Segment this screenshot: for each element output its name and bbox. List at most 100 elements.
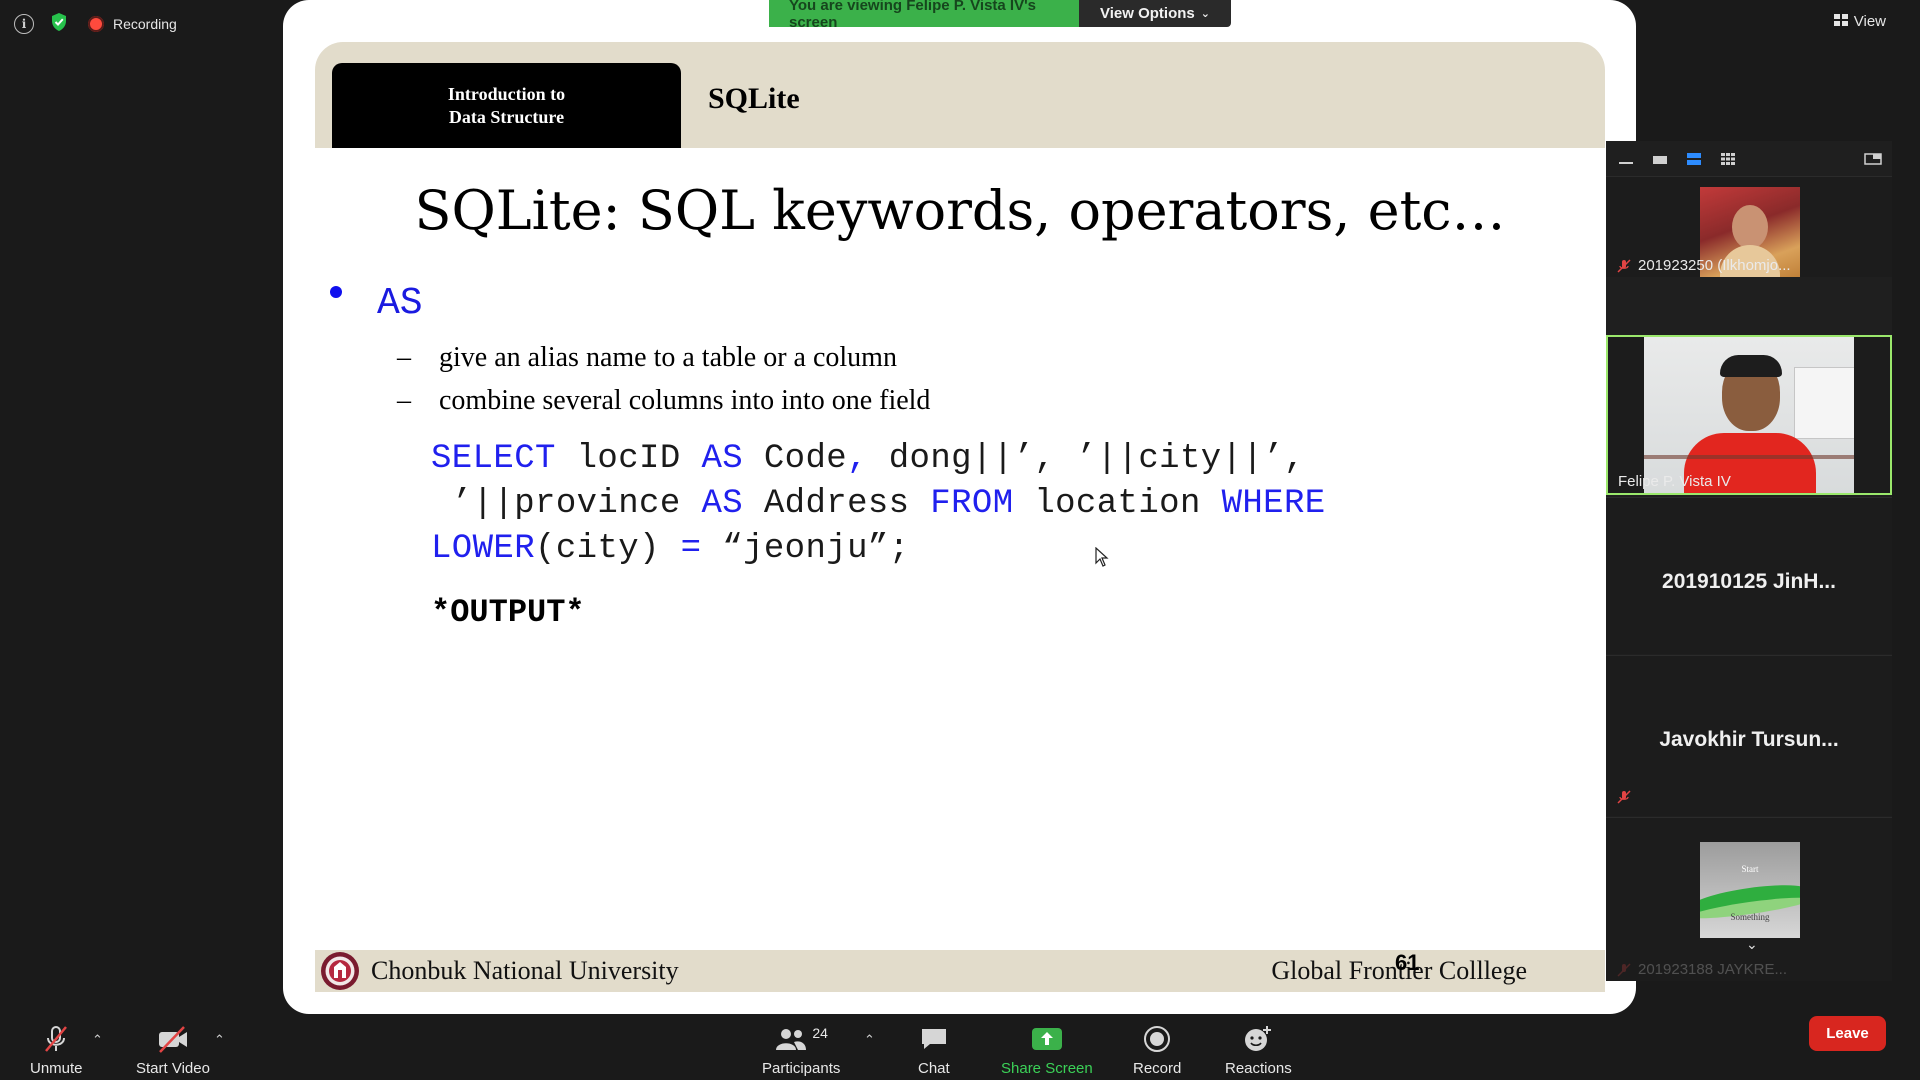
leave-button[interactable]: Leave <box>1809 1016 1886 1051</box>
video-panel: 201923250 (Ilkhomjo... Felipe P. Vista I… <box>1606 141 1892 981</box>
people-icon <box>776 1029 807 1050</box>
participant-name-text: 201923250 (Ilkhomjo... <box>1638 257 1791 274</box>
participant-name: 201923188 JAYKRE... <box>1616 961 1787 978</box>
code-keyword: WHERE <box>1221 485 1326 523</box>
code-text: Code <box>743 440 848 478</box>
participant-name-text: Javokhir Tursun... <box>1659 728 1839 751</box>
scroll-down-icon[interactable]: ⌄ <box>1746 936 1758 953</box>
code-text: (city) <box>535 530 681 568</box>
code-line-3: LOWER(city) = “jeonju”; <box>431 530 910 568</box>
code-keyword: AS <box>701 485 744 523</box>
output-label: *OUTPUT* <box>431 594 585 631</box>
sub-bullet-text: combine several columns into into one fi… <box>439 385 931 416</box>
slide-title: SQLite: SQL keywords, operators, etc… <box>414 179 1506 242</box>
meeting-toolbar: Unmute ⌃ Start Video ⌃ 24 Participants ⌃… <box>0 1014 1920 1080</box>
grid-view-icon <box>1833 13 1848 30</box>
mouse-cursor-icon <box>1095 546 1109 572</box>
footer-university: Chonbuk National University <box>371 956 679 985</box>
mic-muted-icon <box>1617 258 1631 273</box>
panel-toolbar <box>1606 141 1892 176</box>
code-line-2: ’||province AS Address FROM location WHE… <box>431 485 1326 523</box>
video-off-icon <box>156 1024 190 1054</box>
sub-bullet: – give an alias name to a table or a col… <box>397 342 897 374</box>
code-keyword: AS <box>701 440 744 478</box>
share-screen-icon <box>1031 1024 1063 1054</box>
participant-tile[interactable]: 201910125 JinH... <box>1606 497 1892 654</box>
minimize-icon[interactable] <box>1618 152 1634 166</box>
mic-muted-icon <box>1617 962 1631 977</box>
gallery-view-icon[interactable] <box>1720 152 1736 166</box>
shared-screen: Introduction to Data Structure SQLite SQ… <box>283 0 1636 1014</box>
meeting-status-bar: i Recording <box>14 12 177 37</box>
slide-page-number: 61 <box>1395 950 1420 975</box>
chat-button[interactable]: Chat <box>918 1024 950 1077</box>
encryption-shield-icon[interactable] <box>50 12 68 37</box>
viewing-screen-text: You are viewing Felipe P. Vista IV's scr… <box>769 0 1079 31</box>
unmute-button[interactable]: Unmute <box>30 1024 83 1077</box>
record-button[interactable]: Record <box>1133 1024 1181 1077</box>
start-video-button[interactable]: Start Video <box>136 1024 210 1077</box>
mic-muted-icon <box>1616 789 1632 810</box>
participant-name: 201923250 (Ilkhomjo... <box>1616 257 1791 274</box>
recording-label: Recording <box>113 16 177 32</box>
participant-name-text: Felipe P. Vista IV <box>1618 473 1731 490</box>
view-label: View <box>1853 13 1886 30</box>
participant-video <box>1644 337 1854 493</box>
participant-name: Felipe P. Vista IV <box>1618 473 1731 490</box>
code-keyword: FROM <box>930 485 1014 523</box>
screen-share-banner: You are viewing Felipe P. Vista IV's scr… <box>769 0 1231 31</box>
course-line-2: Data Structure <box>448 106 565 127</box>
code-keyword: = <box>680 530 702 568</box>
view-options-button[interactable]: View Options ⌄ <box>1079 0 1231 27</box>
slide-footer: Chonbuk National University Global Front… <box>315 950 1605 992</box>
code-text: location <box>1013 485 1222 523</box>
thumbnail-view-icon[interactable] <box>1652 152 1668 166</box>
record-label: Record <box>1133 1060 1182 1077</box>
university-logo-icon <box>321 952 359 990</box>
dash-icon: – <box>397 342 411 373</box>
start-video-label: Start Video <box>136 1060 210 1077</box>
code-keyword: SELECT <box>431 440 556 478</box>
video-options-chevron-icon[interactable]: ⌃ <box>214 1032 225 1048</box>
recording-dot-icon <box>88 16 104 32</box>
thumb-text-bottom: Something <box>1730 912 1770 922</box>
meeting-info-icon[interactable]: i <box>14 14 34 34</box>
share-screen-label: Share Screen <box>1001 1060 1093 1077</box>
view-options-label: View Options <box>1100 5 1195 22</box>
participants-icon-wrap: 24 <box>774 1024 828 1054</box>
chat-label: Chat <box>918 1060 950 1077</box>
course-title-box: Introduction to Data Structure <box>332 63 681 148</box>
mic-muted-icon <box>41 1024 71 1054</box>
recording-indicator[interactable]: Recording <box>88 16 177 32</box>
speaker-view-icon[interactable] <box>1686 152 1702 166</box>
view-button[interactable]: View <box>1833 13 1886 30</box>
code-text: Address <box>743 485 931 523</box>
code-text: dong||’, ’||city||’, <box>867 440 1305 478</box>
participant-name-text: 201923188 JAYKRE... <box>1638 961 1787 978</box>
participants-label: Participants <box>762 1060 841 1077</box>
code-text: ’||province <box>431 485 702 523</box>
bullet-keyword: AS <box>377 282 423 325</box>
participants-button[interactable]: 24 Participants <box>762 1024 840 1077</box>
code-text: locID <box>555 440 702 478</box>
presentation-slide: Introduction to Data Structure SQLite SQ… <box>315 42 1605 992</box>
record-icon <box>1143 1024 1171 1054</box>
active-speaker-tile[interactable]: Felipe P. Vista IV <box>1606 335 1892 495</box>
participants-chevron-icon[interactable]: ⌃ <box>864 1032 875 1048</box>
side-by-side-icon[interactable] <box>1864 152 1882 166</box>
audio-options-chevron-icon[interactable]: ⌃ <box>92 1032 103 1048</box>
participant-tile[interactable]: 201923250 (Ilkhomjo... <box>1606 176 1892 277</box>
participant-count: 24 <box>812 1025 828 1041</box>
sub-bullet: – combine several columns into into one … <box>397 385 930 417</box>
sub-bullet-text: give an alias name to a table or a colum… <box>439 342 897 373</box>
code-text: “jeonju”; <box>701 530 910 568</box>
code-keyword: , <box>847 440 868 478</box>
share-screen-button[interactable]: Share Screen <box>1001 1024 1093 1077</box>
participant-tile[interactable]: Javokhir Tursun... <box>1606 655 1892 816</box>
participant-tile[interactable]: Start Something ⌄ 201923188 JAYKRE... <box>1606 817 1892 981</box>
bullet-dot-icon <box>330 286 342 298</box>
chevron-down-icon: ⌄ <box>1200 8 1210 20</box>
reactions-button[interactable]: Reactions <box>1225 1024 1292 1077</box>
reactions-icon <box>1243 1024 1273 1054</box>
code-line-1: SELECT locID AS Code, dong||’, ’||city||… <box>431 440 1305 478</box>
